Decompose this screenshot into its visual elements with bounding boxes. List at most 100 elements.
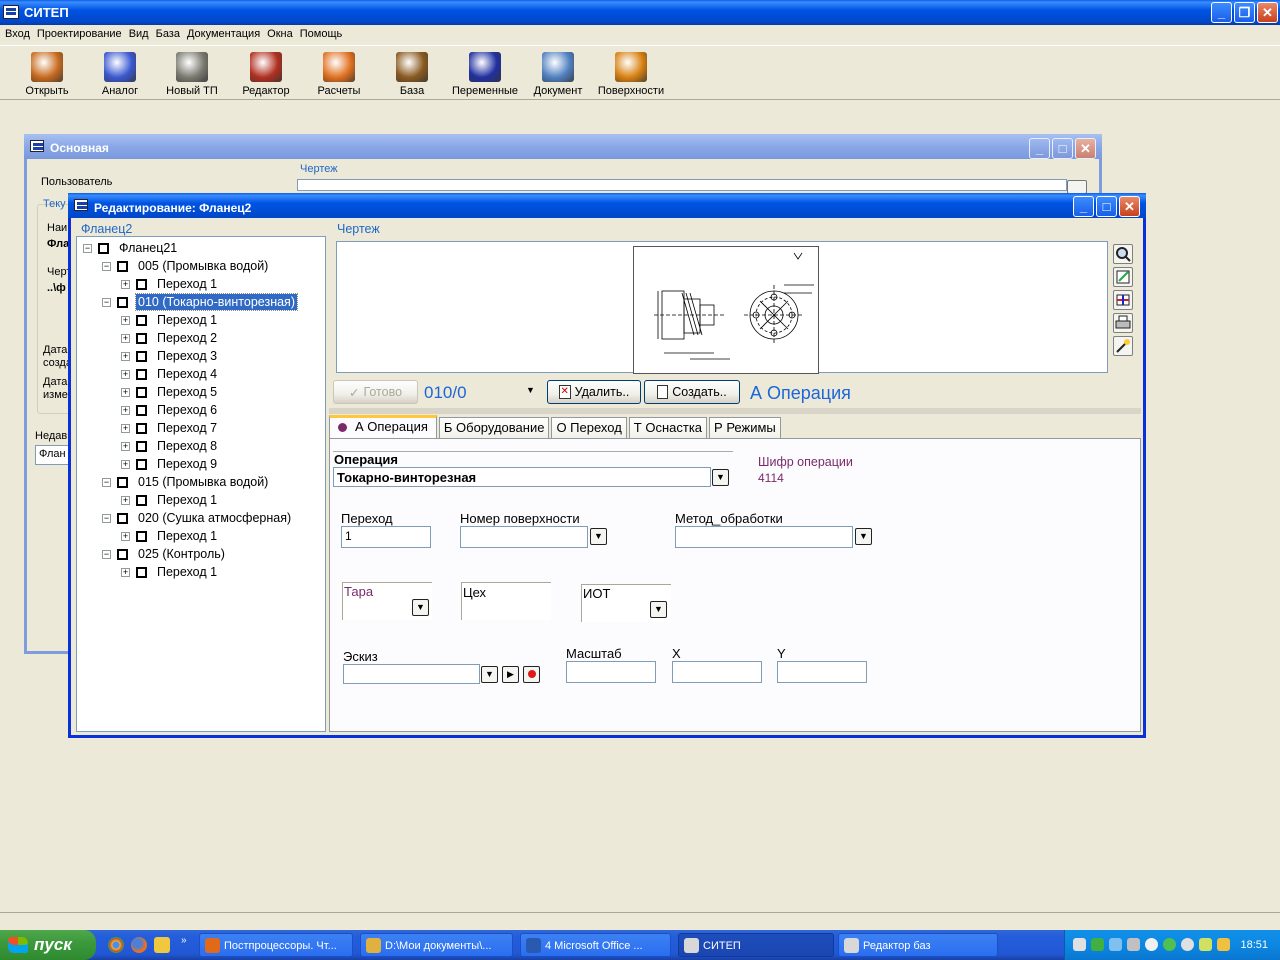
tree-checkbox[interactable] xyxy=(117,476,128,488)
collapse-icon[interactable]: − xyxy=(83,243,92,253)
operation-dropdown-icon[interactable]: ▼ xyxy=(712,469,729,486)
x-field[interactable] xyxy=(672,661,762,683)
toolbar-button-editor-pencil[interactable]: Редактор xyxy=(230,52,302,97)
tree-node[interactable]: − Фланец21 xyxy=(83,239,179,257)
restore-button[interactable]: ❐ xyxy=(1234,2,1255,23)
firefox-icon[interactable] xyxy=(131,937,147,953)
expand-icon[interactable]: + xyxy=(121,405,130,415)
print-icon[interactable] xyxy=(1113,313,1133,333)
chrome-icon[interactable] xyxy=(108,937,124,953)
tree-node[interactable]: + Переход 1 xyxy=(121,311,219,329)
tab-equipment[interactable]: Б Оборудование xyxy=(438,417,550,439)
quicklaunch-icon[interactable] xyxy=(154,937,170,953)
expand-icon[interactable]: + xyxy=(121,369,130,379)
menu-item-4[interactable]: Документация xyxy=(187,25,267,45)
menu-item-5[interactable]: Окна xyxy=(267,25,300,45)
tree-node[interactable]: + Переход 2 xyxy=(121,329,219,347)
tree-checkbox[interactable] xyxy=(136,404,147,416)
scale-field[interactable] xyxy=(566,661,656,683)
create-button[interactable]: Создать.. xyxy=(644,380,740,404)
collapse-icon[interactable]: − xyxy=(102,477,111,487)
expand-icon[interactable]: + xyxy=(121,387,130,397)
tree-node[interactable]: − 020 (Сушка атмосферная) xyxy=(102,509,293,527)
taskbar-item[interactable]: 4 Microsoft Office ... xyxy=(520,933,671,957)
taskbar-item[interactable]: СИТЕП xyxy=(678,933,834,957)
menu-item-3[interactable]: База xyxy=(156,25,187,45)
surface-dropdown-icon[interactable]: ▼ xyxy=(590,528,607,545)
tree-node[interactable]: + Переход 1 xyxy=(121,275,219,293)
expand-icon[interactable]: + xyxy=(121,315,130,325)
drawing-layers-icon[interactable] xyxy=(1113,290,1133,310)
tree-node[interactable]: − 015 (Промывка водой) xyxy=(102,473,270,491)
close-button[interactable]: ✕ xyxy=(1257,2,1278,23)
collapse-icon[interactable]: − xyxy=(102,513,111,523)
tree-checkbox[interactable] xyxy=(136,368,147,380)
operation-field[interactable]: Токарно-винторезная xyxy=(333,467,711,487)
tree-checkbox[interactable] xyxy=(117,548,128,560)
magic-wand-icon[interactable] xyxy=(1113,336,1133,356)
tree-checkbox[interactable] xyxy=(136,278,147,290)
tree-checkbox[interactable] xyxy=(117,512,128,524)
tree-checkbox[interactable] xyxy=(136,458,147,470)
transition-field[interactable]: 1 xyxy=(341,526,431,548)
edit-window-minimize-button[interactable]: _ xyxy=(1073,196,1094,217)
taskbar-item[interactable]: Постпроцессоры. Чт... xyxy=(199,933,353,957)
expand-icon[interactable]: + xyxy=(121,423,130,433)
tree-checkbox[interactable] xyxy=(98,242,109,254)
tree-checkbox[interactable] xyxy=(136,386,147,398)
tree-checkbox[interactable] xyxy=(136,440,147,452)
edit-drawing-icon[interactable] xyxy=(1113,267,1133,287)
network-wireless-icon[interactable] xyxy=(1127,938,1140,951)
tab-operation[interactable]: А Операция xyxy=(329,415,437,439)
ready-button[interactable]: ✓ Готово xyxy=(333,380,418,404)
expand-icon[interactable]: + xyxy=(121,333,130,343)
sketch-dropdown-icon[interactable]: ▼ xyxy=(481,666,498,683)
toolbar-button-analog-gears[interactable]: Аналог xyxy=(84,52,156,97)
drawing-search-button[interactable] xyxy=(1067,180,1087,194)
volume-icon[interactable] xyxy=(1073,938,1086,951)
iot-dropdown-icon[interactable]: ▼ xyxy=(650,601,667,618)
tara-dropdown-icon[interactable]: ▼ xyxy=(412,599,429,616)
expand-icon[interactable]: + xyxy=(121,567,130,577)
tree-node[interactable]: + Переход 1 xyxy=(121,491,219,509)
method-field[interactable] xyxy=(675,526,853,548)
tree-node[interactable]: − 010 (Токарно-винторезная) xyxy=(102,293,298,311)
quicklaunch-more-icon[interactable]: » xyxy=(181,935,187,946)
tree-node[interactable]: + Переход 5 xyxy=(121,383,219,401)
menu-item-6[interactable]: Помощь xyxy=(300,25,350,45)
start-button[interactable]: пуск xyxy=(0,930,96,960)
tree-node[interactable]: + Переход 3 xyxy=(121,347,219,365)
tray-app-icon[interactable] xyxy=(1217,938,1230,951)
update-icon[interactable] xyxy=(1181,938,1194,951)
sketch-field[interactable] xyxy=(343,664,480,684)
collapse-icon[interactable]: − xyxy=(102,261,111,271)
zoom-icon[interactable] xyxy=(1113,244,1133,264)
expand-icon[interactable]: + xyxy=(121,279,130,289)
delete-button[interactable]: ✕ Удалить.. xyxy=(547,380,641,404)
network-icon[interactable] xyxy=(1091,938,1104,951)
edit-window-close-button[interactable]: ✕ xyxy=(1119,196,1140,217)
battery-icon[interactable] xyxy=(1199,938,1212,951)
surface-number-field[interactable] xyxy=(460,526,588,548)
y-field[interactable] xyxy=(777,661,867,683)
tree-checkbox[interactable] xyxy=(136,332,147,344)
expand-icon[interactable]: + xyxy=(121,441,130,451)
taskbar-item[interactable]: D:\Мои документы\... xyxy=(360,933,513,957)
tree-checkbox[interactable] xyxy=(117,260,128,272)
menu-item-2[interactable]: Вид xyxy=(129,25,156,45)
sketch-next-icon[interactable]: ▶ xyxy=(502,666,519,683)
minimize-button[interactable]: _ xyxy=(1211,2,1232,23)
tree-node[interactable]: + Переход 8 xyxy=(121,437,219,455)
antivirus-icon[interactable] xyxy=(1163,938,1176,951)
main-window-maximize-button[interactable]: □ xyxy=(1052,138,1073,159)
tree-node[interactable]: + Переход 9 xyxy=(121,455,219,473)
tree-checkbox[interactable] xyxy=(136,566,147,578)
tree-node[interactable]: − 025 (Контроль) xyxy=(102,545,227,563)
menu-item-1[interactable]: Проектирование xyxy=(37,25,129,45)
toolbar-button-function-fx[interactable]: Переменные xyxy=(449,52,521,97)
taskbar-item[interactable]: Редактор баз xyxy=(838,933,998,957)
sketch-record-icon[interactable] xyxy=(523,666,540,683)
tree-node[interactable]: + Переход 1 xyxy=(121,527,219,545)
expand-icon[interactable]: + xyxy=(121,531,130,541)
toolbar-button-open-folder[interactable]: Открыть xyxy=(11,52,83,97)
